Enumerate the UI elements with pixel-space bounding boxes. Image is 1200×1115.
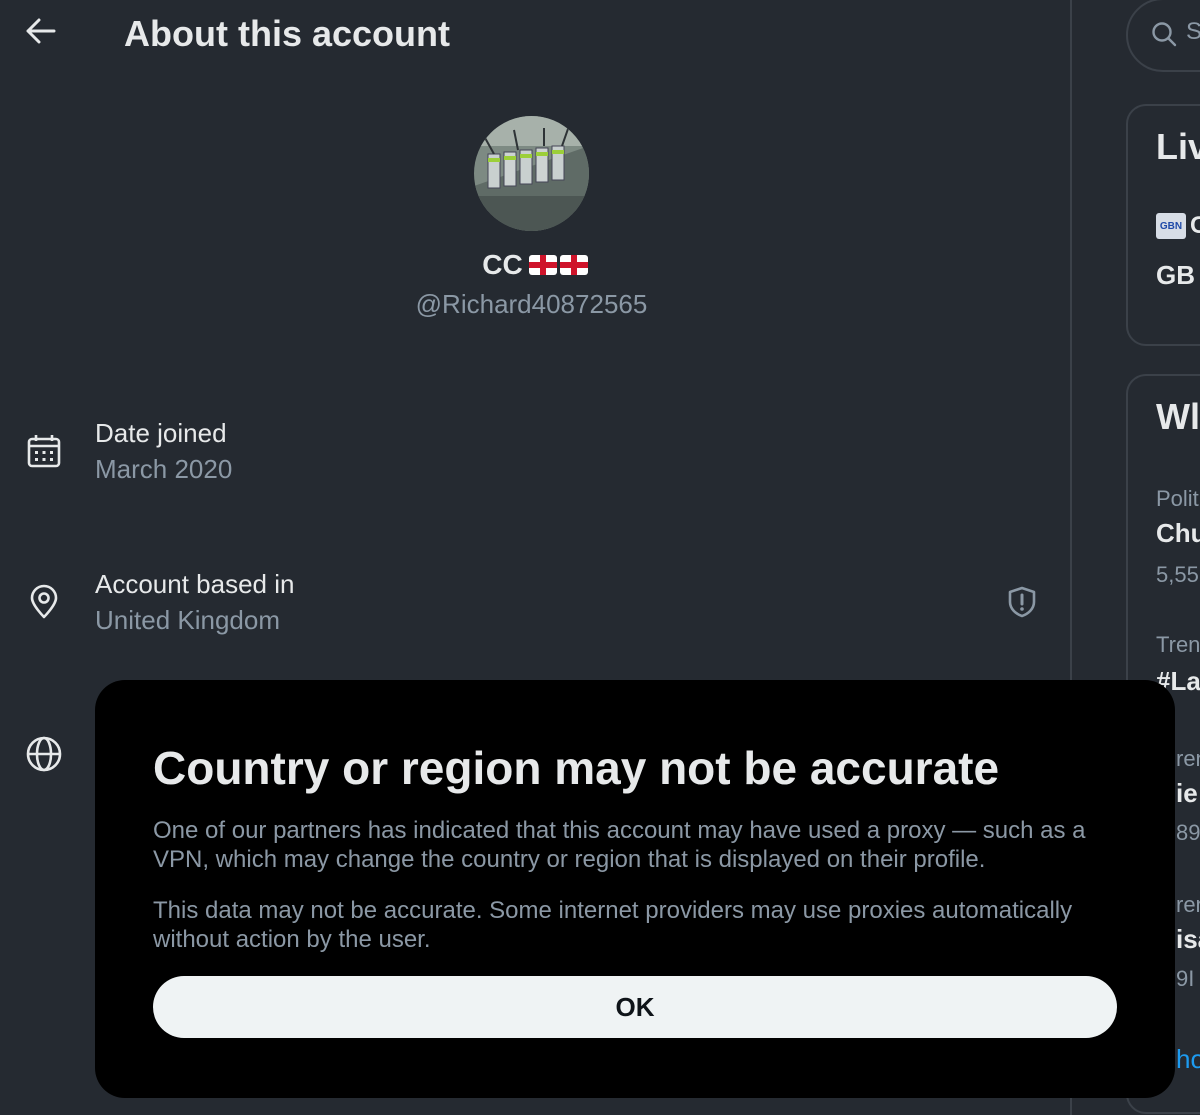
trend-name[interactable]: isa xyxy=(1176,924,1200,955)
trend-category: ren xyxy=(1176,892,1200,917)
display-name: CC xyxy=(482,249,523,280)
dialog-title: Country or region may not be accurate xyxy=(153,742,1000,794)
trend-category: Polit xyxy=(1156,486,1199,511)
user-handle: @Richard40872565 xyxy=(415,289,648,319)
trend-name[interactable]: Chu xyxy=(1156,518,1200,549)
england-flag-icon xyxy=(559,255,588,275)
dialog-paragraph-2: This data may not be accurate. Some inte… xyxy=(153,897,1073,953)
avatar[interactable] xyxy=(474,116,589,231)
dialog-paragraph-1: One of our partners has indicated that t… xyxy=(153,817,1086,873)
account-based-value: United Kingdom xyxy=(95,605,280,635)
live-card-title: Liv xyxy=(1156,126,1200,167)
date-joined-value: March 2020 xyxy=(95,454,233,484)
back-button[interactable] xyxy=(20,12,62,54)
warning-dialog: Country or region may not be accurate On… xyxy=(95,680,1175,1098)
live-source-name: C xyxy=(1190,212,1200,239)
trend-category: Tren xyxy=(1156,632,1200,657)
trend-count: 89 xyxy=(1176,820,1200,845)
search-icon xyxy=(1150,20,1178,53)
flags xyxy=(528,255,588,275)
gbn-logo: GBN xyxy=(1156,213,1186,239)
account-based-label: Account based in xyxy=(95,569,295,599)
live-item-text[interactable]: GB xyxy=(1156,260,1195,291)
trend-count: 5,55 xyxy=(1156,562,1199,587)
search-placeholder: S xyxy=(1186,18,1200,45)
england-flag-icon xyxy=(528,255,557,275)
trend-count: 9I xyxy=(1176,966,1195,991)
page-title: About this account xyxy=(124,13,450,54)
trend-name[interactable]: ie xyxy=(1176,778,1198,809)
ok-button[interactable]: OK xyxy=(153,976,1117,1038)
globe-icon xyxy=(24,734,64,774)
display-name-row: CC xyxy=(0,248,1070,282)
shield-alert-icon[interactable] xyxy=(1004,584,1040,620)
trend-category: ren xyxy=(1176,746,1200,771)
arrow-left-icon xyxy=(26,18,56,49)
show-more-link[interactable]: ho xyxy=(1176,1044,1200,1075)
location-pin-icon xyxy=(24,582,64,622)
date-joined-label: Date joined xyxy=(95,418,227,448)
trends-card-title: Wl xyxy=(1156,396,1200,437)
calendar-icon xyxy=(24,431,64,471)
